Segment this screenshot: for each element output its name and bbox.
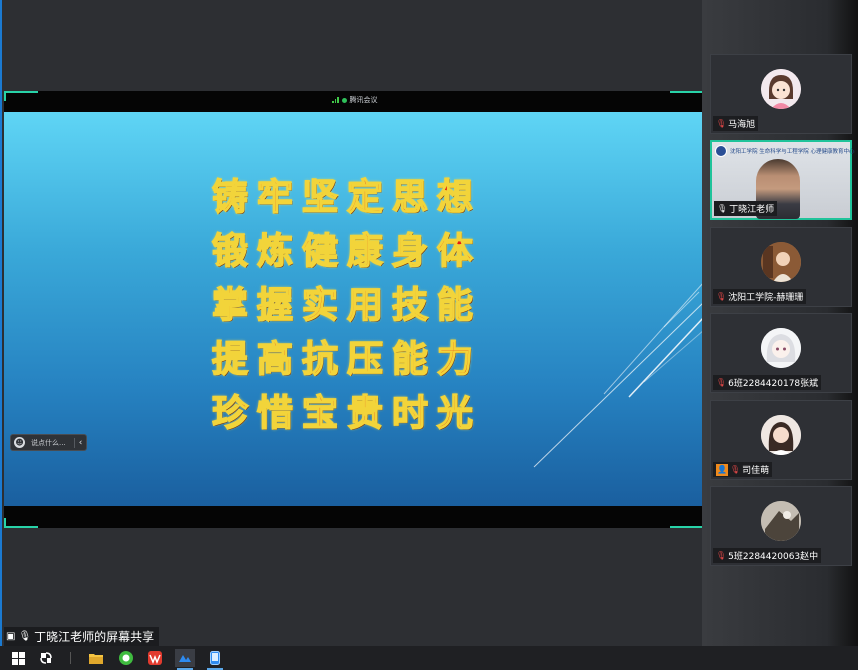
slogan-line: 掌握实用技能 bbox=[211, 283, 483, 327]
collapse-chevron-icon[interactable]: ‹ bbox=[74, 437, 86, 448]
frame-corner bbox=[4, 518, 38, 528]
tencent-meeting-icon[interactable] bbox=[175, 649, 195, 670]
anime-avatar-icon bbox=[761, 328, 801, 368]
participant-name-tag: 🎙 马海旭 bbox=[713, 116, 759, 131]
participant-tile[interactable]: 👤 🎙 司佳萌 bbox=[710, 400, 852, 480]
shared-slide: 铸牢坚定思想 锻炼健康身体 掌握实用技能 提高抗压能力 珍惜宝贵时光 bbox=[4, 112, 704, 506]
share-top-bar: 腾讯会议 bbox=[4, 91, 704, 112]
mic-muted-icon: 🎙 bbox=[716, 551, 727, 560]
mic-icon: 🎙 bbox=[717, 204, 728, 213]
taskbar-separator bbox=[70, 652, 71, 664]
frame-corner bbox=[670, 91, 704, 101]
participant-panel: 🎙 马海旭 沈阳工学院 生命科学与工程学院 心理健康教育中心 🎙 丁晓江老师 🎙… bbox=[702, 0, 858, 646]
participant-tile[interactable]: 🎙 沈阳工学院-赫珊珊 bbox=[710, 227, 852, 307]
photo-avatar-icon bbox=[761, 501, 801, 541]
participant-name: 6班2284420178张斌 bbox=[728, 379, 819, 389]
slogan-line: 铸牢坚定思想 bbox=[211, 175, 483, 219]
mic-muted-icon: 🎙 bbox=[730, 465, 741, 474]
emoji-icon[interactable]: ☻ bbox=[14, 437, 25, 448]
participant-tile-active[interactable]: 沈阳工学院 生命科学与工程学院 心理健康教育中心 🎙 丁晓江老师 bbox=[710, 140, 855, 220]
windows-taskbar bbox=[0, 646, 858, 670]
video-header-text: 沈阳工学院 生命科学与工程学院 心理健康教育中心 bbox=[730, 149, 855, 155]
main-stage: 腾讯会议 铸牢坚定思想 锻炼健康身体 掌握实用技能 提高抗压能力 珍惜宝贵时光 bbox=[0, 0, 704, 646]
chat-input[interactable]: ☻ 说点什么... ‹ bbox=[10, 434, 87, 451]
screen-share-frame: 腾讯会议 铸牢坚定思想 锻炼健康身体 掌握实用技能 提高抗压能力 珍惜宝贵时光 bbox=[4, 91, 704, 528]
photo-avatar-icon bbox=[761, 415, 801, 455]
screen-share-icon: ▣ bbox=[6, 631, 16, 642]
share-bottom-bar bbox=[4, 506, 704, 528]
mic-muted-icon: 🎙 bbox=[716, 119, 727, 128]
frame-corner bbox=[4, 91, 38, 101]
status-dot-icon bbox=[341, 97, 347, 103]
participant-name-tag: 🎙 沈阳工学院-赫珊珊 bbox=[713, 289, 807, 304]
participant-name: 5班2284420063赵中 bbox=[728, 552, 819, 562]
participant-name-tag: 👤 🎙 司佳萌 bbox=[713, 462, 773, 477]
participant-name-tag: 🎙 丁晓江老师 bbox=[714, 201, 778, 216]
mic-muted-icon: 🎙 bbox=[716, 378, 727, 387]
mic-muted-icon: 🎙 bbox=[716, 292, 727, 301]
signal-icon bbox=[332, 97, 339, 103]
meeting-badge[interactable]: 腾讯会议 bbox=[332, 93, 378, 107]
chat-placeholder: 说点什么... bbox=[31, 438, 66, 447]
participant-name: 马海旭 bbox=[728, 120, 756, 130]
slogan-line: 珍惜宝贵时光 bbox=[211, 391, 483, 435]
cartoon-avatar-icon bbox=[761, 69, 801, 109]
person-icon: 👤 bbox=[716, 463, 728, 476]
file-explorer-icon[interactable] bbox=[86, 649, 106, 667]
school-logo-icon bbox=[715, 145, 727, 157]
avatar bbox=[761, 242, 801, 282]
slogan-line: 提高抗压能力 bbox=[211, 337, 483, 381]
participant-name: 沈阳工学院-赫珊珊 bbox=[728, 293, 804, 303]
windows-icon[interactable] bbox=[8, 649, 28, 667]
slogan-line: 锻炼健康身体 bbox=[211, 229, 483, 273]
participant-name-tag: 🎙 6班2284420178张斌 bbox=[713, 375, 822, 390]
app-icon[interactable] bbox=[36, 649, 56, 667]
slogan-list: 铸牢坚定思想 锻炼健康身体 掌握实用技能 提高抗压能力 珍惜宝贵时光 bbox=[211, 170, 492, 440]
participant-name: 丁晓江老师 bbox=[729, 205, 775, 215]
photo-avatar-icon bbox=[761, 242, 801, 282]
screen-share-label-text: 丁晓江老师的屏幕共享 bbox=[34, 630, 155, 644]
meeting-badge-label: 腾讯会议 bbox=[349, 96, 378, 104]
participant-name: 司佳萌 bbox=[742, 466, 770, 476]
participant-tile[interactable]: 🎙 马海旭 bbox=[710, 54, 852, 134]
mic-icon: 🎙 bbox=[18, 631, 32, 642]
wps-icon[interactable] bbox=[145, 649, 165, 667]
participant-name-tag: 🎙 5班2284420063赵中 bbox=[713, 548, 822, 563]
wechat-icon[interactable] bbox=[116, 649, 136, 667]
frame-corner bbox=[670, 518, 704, 528]
avatar bbox=[761, 501, 801, 541]
avatar bbox=[761, 415, 801, 455]
participant-tile[interactable]: 🎙 5班2284420063赵中 bbox=[710, 486, 852, 566]
phone-icon[interactable] bbox=[205, 649, 225, 670]
avatar bbox=[761, 69, 801, 109]
avatar bbox=[761, 328, 801, 368]
participant-tile[interactable]: 🎙 6班2284420178张斌 bbox=[710, 313, 852, 393]
screen-share-label: ▣ 🎙 丁晓江老师的屏幕共享 bbox=[4, 627, 160, 646]
